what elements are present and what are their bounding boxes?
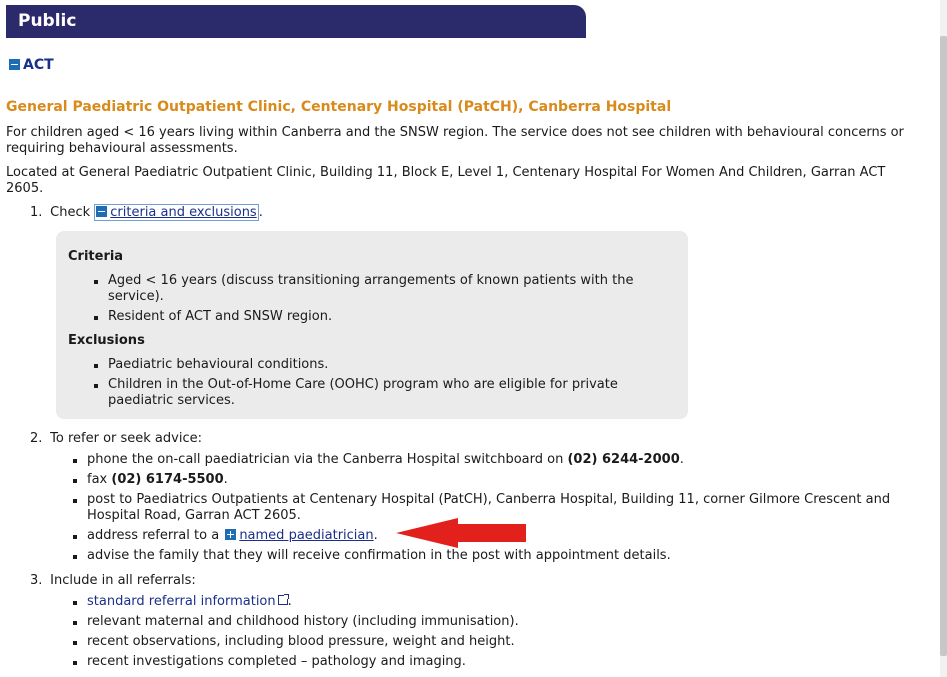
list-item: fax (02) 6174-5500. [72, 472, 890, 488]
section-header: Public [6, 5, 586, 38]
criteria-link[interactable]: criteria and exclusions [110, 205, 256, 220]
phone-number: (02) 6244-2000 [567, 452, 680, 467]
collapse-icon[interactable] [9, 59, 20, 70]
step-3: 3. Include in all referrals: [30, 573, 196, 588]
list-item: recent investigations completed – pathol… [73, 654, 519, 670]
criteria-heading: Criteria [68, 249, 124, 264]
standard-referral-link[interactable]: standard referral information [87, 594, 276, 609]
collapse-icon[interactable] [96, 206, 108, 217]
fax-number: (02) 6174-5500 [111, 472, 224, 487]
exclusions-heading: Exclusions [68, 333, 145, 348]
criteria-list: Aged < 16 years (discuss transitioning a… [93, 273, 634, 329]
section-header-title: Public [18, 11, 77, 31]
external-link-icon [277, 594, 289, 605]
list-item: Aged < 16 years (discuss transitioning a… [93, 273, 634, 304]
list-item: Paediatric behavioural conditions. [94, 357, 618, 373]
expand-icon[interactable] [225, 529, 237, 540]
named-paediatrician-link[interactable]: named paediatrician [239, 528, 373, 543]
list-item: standard referral information. [73, 594, 519, 610]
step-1: 1. Check criteria and exclusions. [30, 204, 263, 221]
exclusions-list: Paediatric behavioural conditions. Child… [94, 357, 618, 413]
list-item: relevant maternal and childhood history … [73, 614, 519, 629]
clinic-location: Located at General Paediatric Outpatient… [6, 165, 886, 196]
scrollbar-thumb[interactable] [940, 36, 947, 656]
list-item: phone the on-call paediatrician via the … [72, 452, 890, 468]
list-item: advise the family that they will receive… [72, 548, 890, 564]
referral-methods-list: phone the on-call paediatrician via the … [72, 452, 890, 568]
list-item: recent observations, including blood pre… [73, 634, 519, 650]
criteria-panel: Criteria Aged < 16 years (discuss transi… [56, 231, 688, 419]
list-item: Resident of ACT and SNSW region. [93, 309, 633, 325]
include-list: standard referral information. relevant … [73, 594, 519, 674]
region-toggle[interactable]: ACT [9, 57, 54, 73]
step-2: 2. To refer or seek advice: [30, 431, 202, 446]
clinic-title: General Paediatric Outpatient Clinic, Ce… [6, 99, 672, 115]
red-arrow-annotation [396, 518, 526, 548]
list-item: Children in the Out-of-Home Care (OOHC) … [94, 377, 618, 408]
region-label: ACT [23, 57, 54, 73]
criteria-toggle[interactable]: criteria and exclusions [94, 204, 259, 221]
clinic-description: For children aged < 16 years living with… [6, 125, 904, 156]
